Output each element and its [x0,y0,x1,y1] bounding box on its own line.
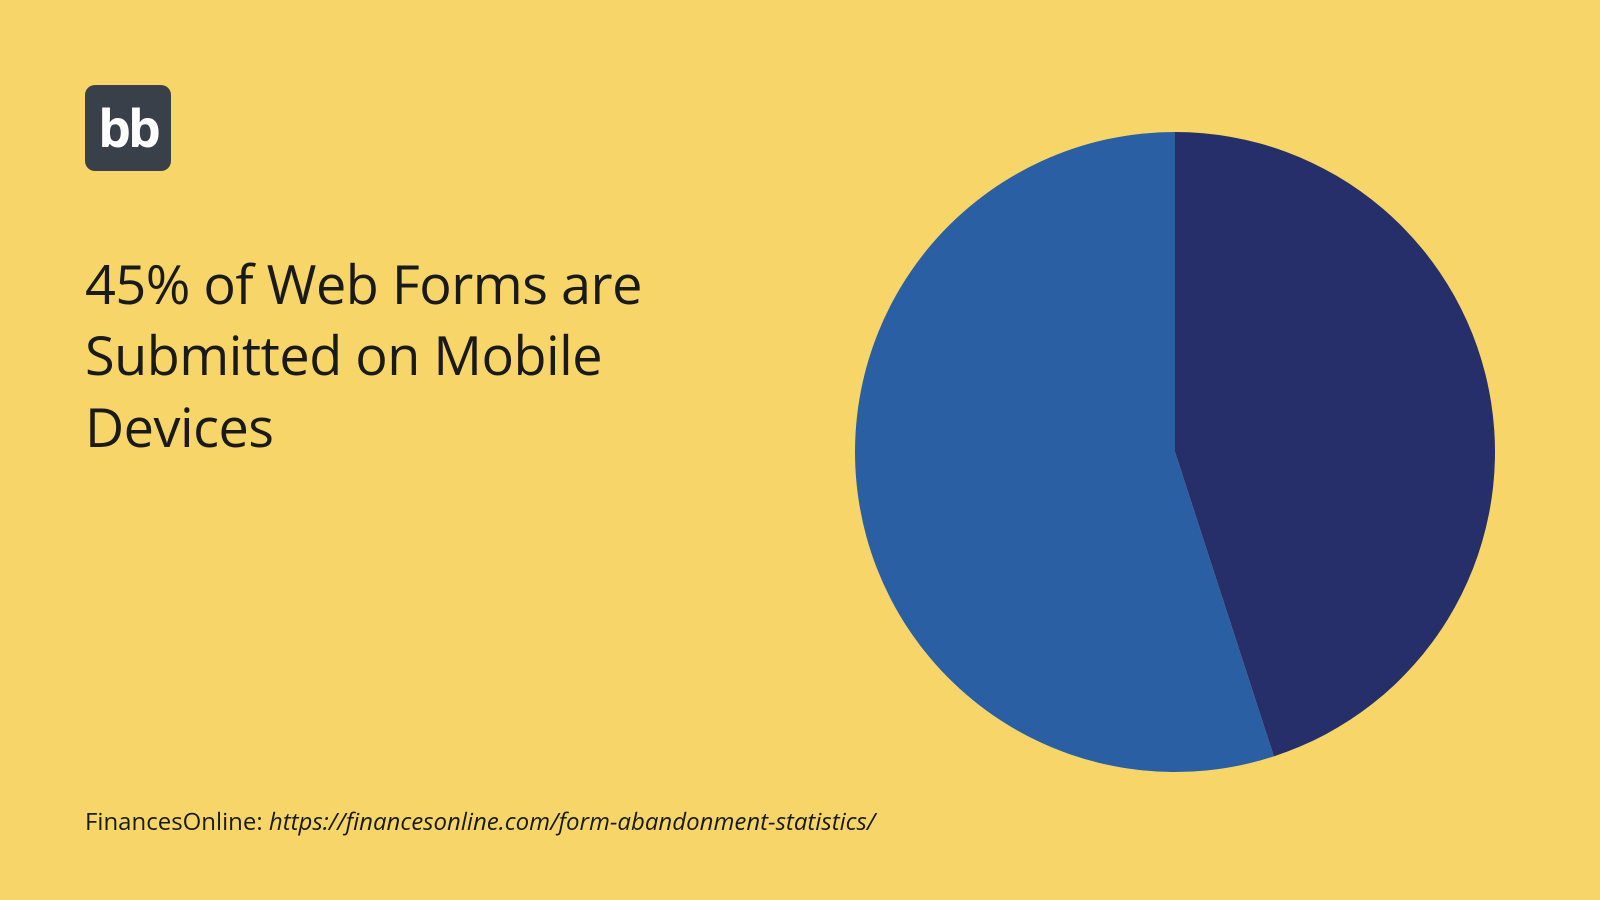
chart-title: 45% of Web Forms are Submitted on Mobile… [85,248,705,462]
source-attribution: FinancesOnline: https://financesonline.c… [85,805,875,838]
brand-logo-text: bb [98,102,158,154]
pie-chart [855,132,1495,772]
source-label: FinancesOnline: [85,805,269,838]
pie-chart-svg [855,132,1495,772]
brand-logo: bb [85,85,171,171]
source-url: https://financesonline.com/form-abandonm… [269,805,875,838]
